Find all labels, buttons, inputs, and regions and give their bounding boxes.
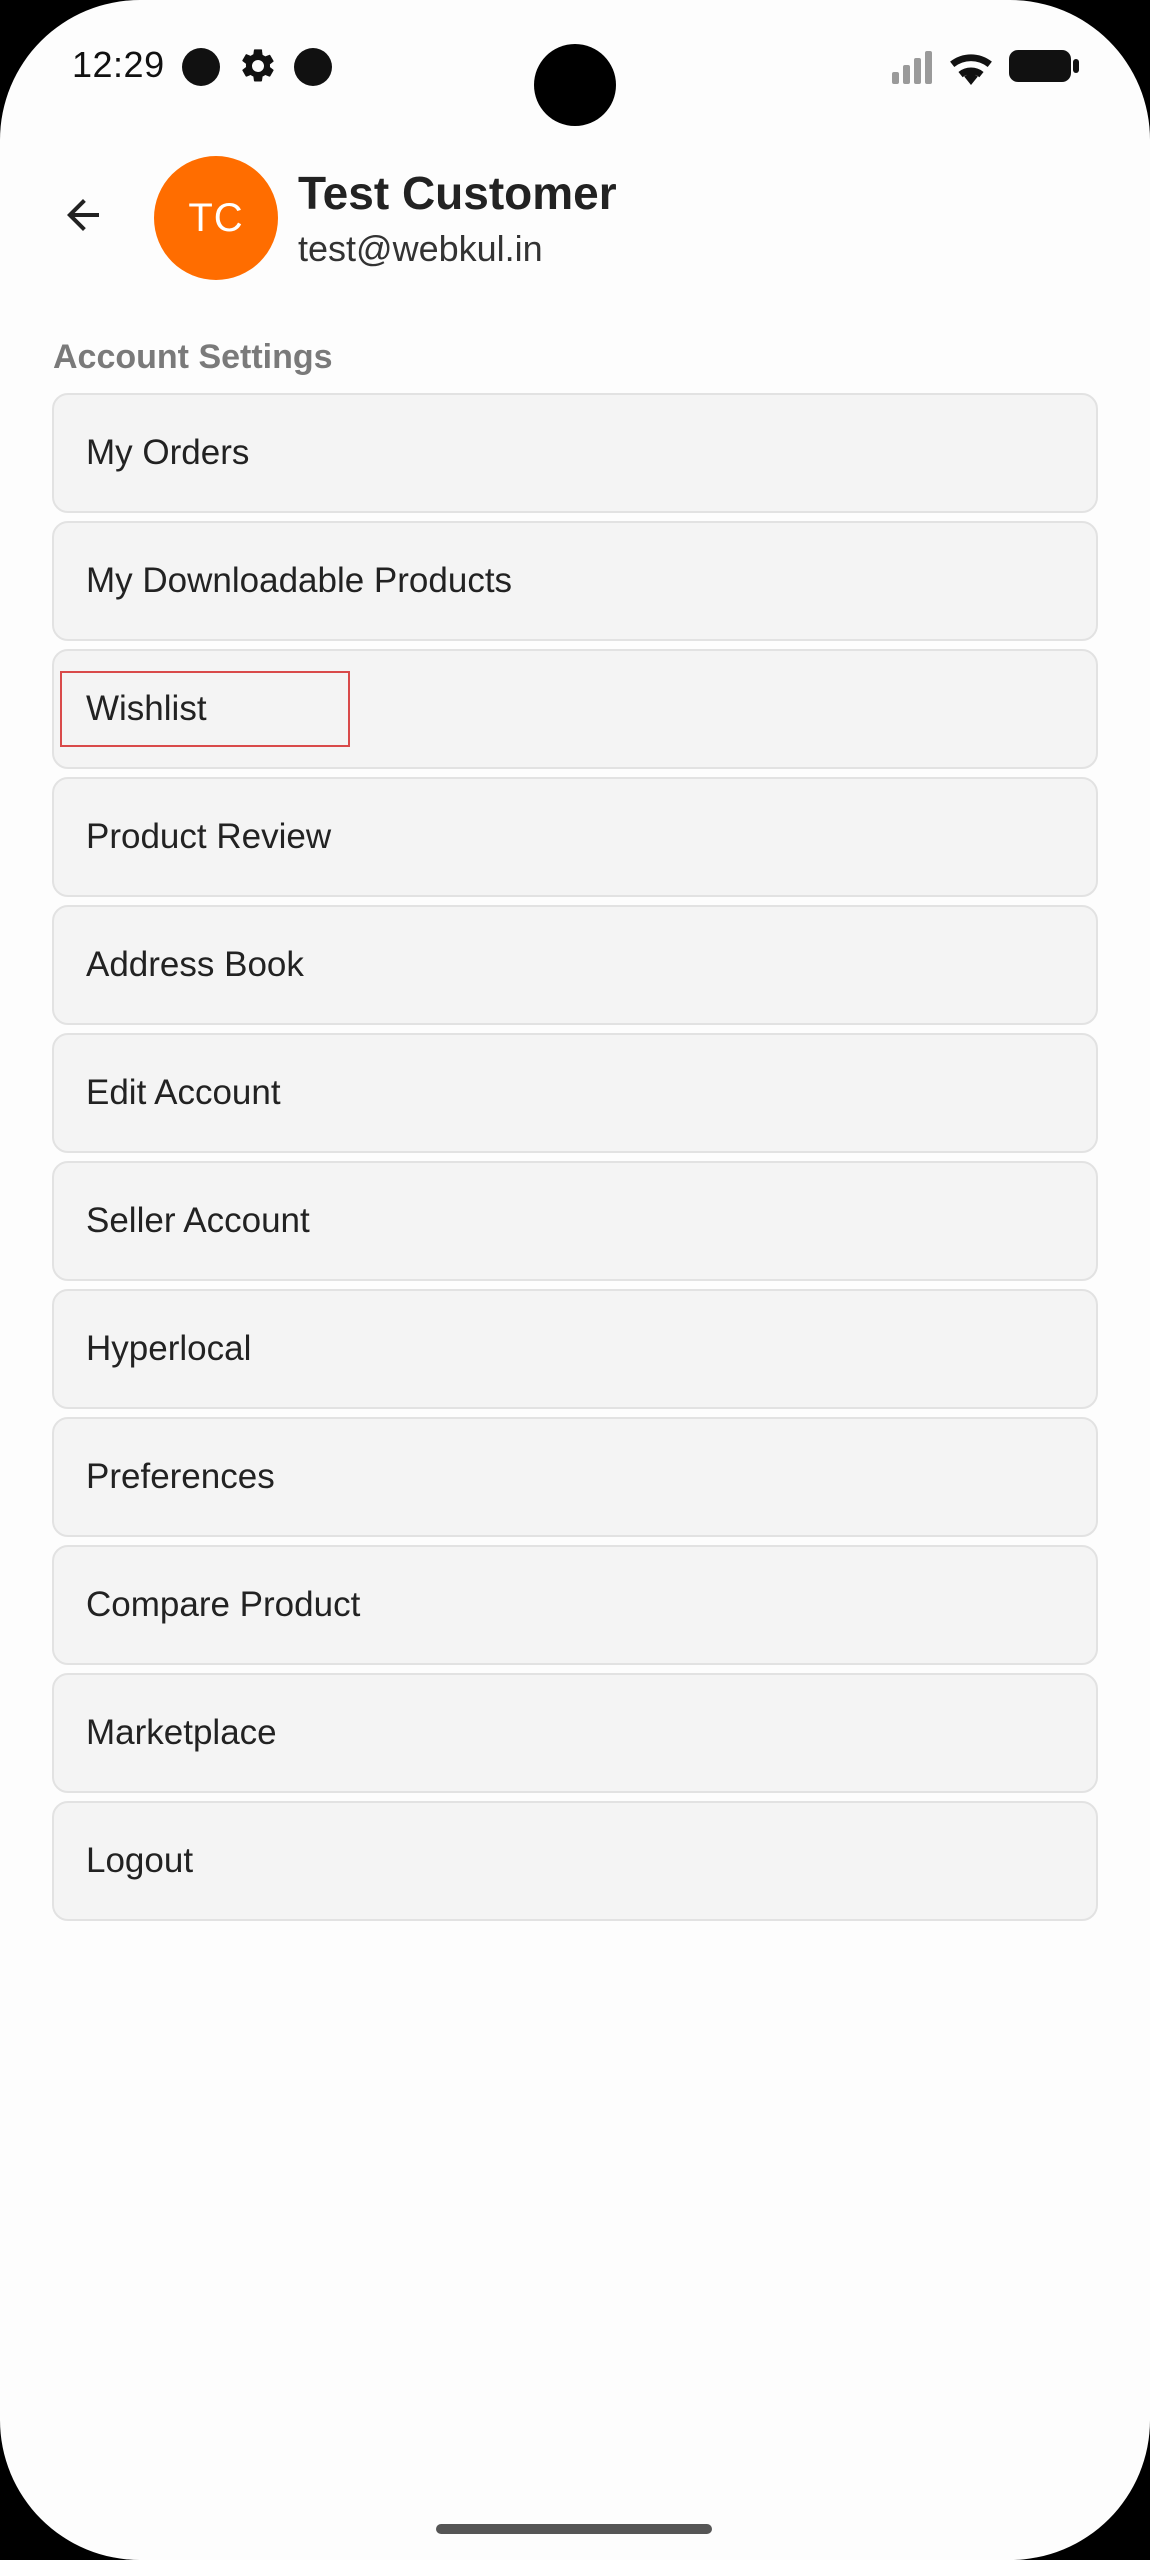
account-settings-menu: My Orders My Downloadable Products Wishl… [52,393,1098,1929]
menu-item-preferences[interactable]: Preferences [52,1417,1098,1537]
wifi-icon [950,54,992,86]
avatar: TC [154,156,278,280]
menu-item-label: My Downloadable Products [86,561,513,600]
menu-item-label: Address Book [86,945,304,984]
user-email: test@webkul.in [298,228,543,269]
menu-item-marketplace[interactable]: Marketplace [52,1673,1098,1793]
menu-item-label: Edit Account [86,1073,281,1112]
menu-item-label: My Orders [86,433,250,472]
status-bar: 12:29 [0,0,1150,140]
menu-item-label: Compare Product [86,1585,361,1624]
settings-gear-icon [242,49,274,82]
menu-item-product-review[interactable]: Product Review [52,777,1098,897]
notification-dot-icon [182,48,220,86]
menu-item-seller-account[interactable]: Seller Account [52,1161,1098,1281]
menu-item-label: Product Review [86,817,332,856]
menu-item-label: Seller Account [86,1201,310,1240]
menu-item-my-downloadable-products[interactable]: My Downloadable Products [52,521,1098,641]
menu-item-label: Marketplace [86,1713,277,1752]
arrow-left-icon [67,199,99,231]
notification-dot-icon [294,48,332,86]
section-title: Account Settings [53,338,333,376]
cell-signal-icon [892,51,932,84]
menu-item-logout[interactable]: Logout [52,1801,1098,1921]
menu-item-label: Hyperlocal [86,1329,252,1368]
app-screen: 12:29 TC Test Customer test@webkul.in Ac… [0,0,1150,2560]
menu-item-label: Preferences [86,1457,275,1496]
camera-cutout [534,44,616,126]
battery-icon [1009,50,1079,82]
user-name: Test Customer [298,167,617,219]
home-indicator[interactable] [436,2524,712,2534]
menu-item-label: Wishlist [86,689,207,728]
menu-item-compare-product[interactable]: Compare Product [52,1545,1098,1665]
menu-item-hyperlocal[interactable]: Hyperlocal [52,1289,1098,1409]
status-time: 12:29 [72,44,165,85]
menu-item-edit-account[interactable]: Edit Account [52,1033,1098,1153]
menu-item-my-orders[interactable]: My Orders [52,393,1098,513]
menu-item-label: Logout [86,1841,194,1880]
menu-item-wishlist[interactable]: Wishlist [52,649,1098,769]
menu-item-address-book[interactable]: Address Book [52,905,1098,1025]
back-button[interactable] [48,180,118,250]
